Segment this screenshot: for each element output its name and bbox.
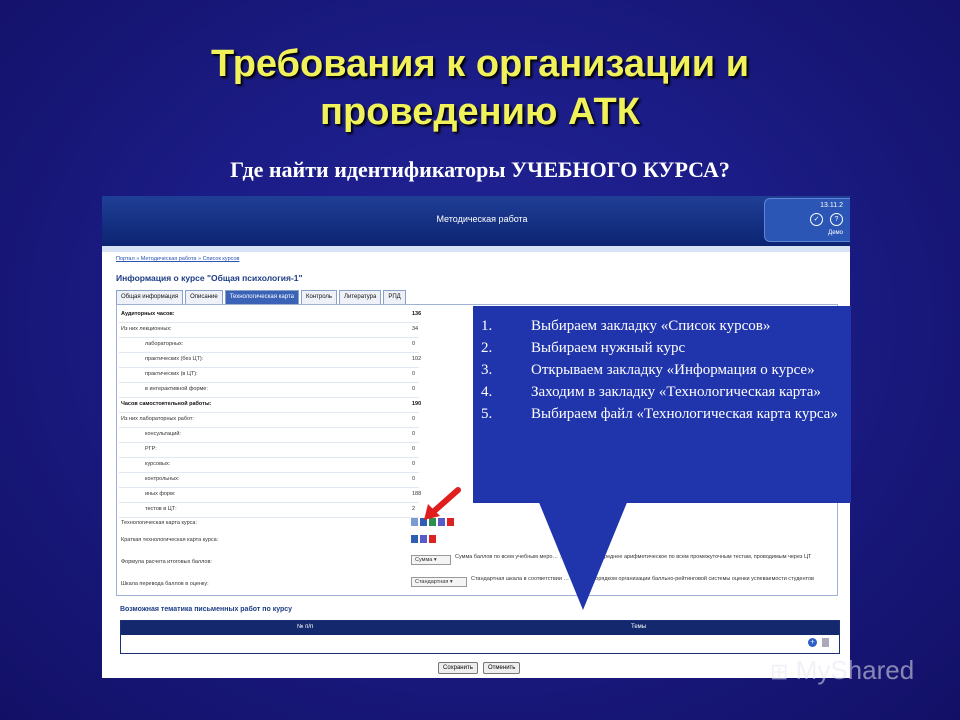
- instructions-callout: 1. Выбираем закладку «Список курсов» 2. Вы…: [473, 306, 851, 503]
- tab-tech-map[interactable]: Технологическая карта: [224, 290, 299, 304]
- save-button[interactable]: Сохранить: [438, 662, 478, 674]
- add-theme-icon[interactable]: +: [808, 638, 817, 647]
- step-item: 1. Выбираем закладку «Список курсов»: [481, 318, 771, 334]
- info-row: в интерактивной форме: 0: [119, 382, 419, 398]
- short-map-label: Краткая технологическая карта курса:: [121, 537, 219, 543]
- scale-description: Стандартная шкала в соответствии … …нным…: [471, 576, 814, 582]
- app-header: Методическая работа 13.11.2 ✓ ? Демо: [102, 196, 850, 246]
- themes-table-header: № п/п Темы: [121, 621, 839, 635]
- steps-list: 1. Выбираем закладку «Список курсов» 2. Вы…: [473, 306, 851, 424]
- info-row: Часов самостоятельной работы: 190: [119, 397, 421, 413]
- slide-subtitle: Где найти идентификаторы УЧЕБНОГО КУРСА?: [230, 157, 730, 182]
- breadcrumb[interactable]: Портал » Методическая работа » Список ку…: [116, 256, 239, 262]
- delete-theme-icon[interactable]: [822, 638, 829, 647]
- step-item: 3. Открываем закладку «Информация о курсе…: [481, 362, 815, 378]
- themes-title: Возможная тематика письменных работ по к…: [120, 606, 293, 613]
- pdf-file-icon[interactable]: [447, 518, 454, 526]
- info-row: Из них лабораторных работ: 0: [119, 412, 419, 428]
- short-map-files: [411, 535, 438, 543]
- info-row: тестов в ЦТ: 2: [119, 502, 419, 518]
- step-item: 2. Выбираем нужный курс: [481, 340, 686, 356]
- tech-map-label: Технологическая карта курса:: [121, 520, 198, 526]
- slide-title-line1: Требования к организации и: [210, 43, 750, 85]
- tab-literature[interactable]: Литература: [339, 290, 382, 304]
- step-item: 4. Заходим в закладку «Технологическая ка…: [481, 384, 821, 400]
- tab-control[interactable]: Контроль: [300, 290, 338, 304]
- info-row: практических (в ЦТ): 0: [119, 367, 419, 383]
- tech-map-files: [411, 518, 456, 526]
- cancel-button[interactable]: Отменить: [483, 662, 521, 674]
- pdf-file-icon[interactable]: [429, 535, 436, 543]
- user-name[interactable]: Демо: [828, 230, 843, 236]
- word-file-icon[interactable]: [411, 535, 418, 543]
- user-panel: 13.11.2 ✓ ? Демо: [764, 198, 850, 242]
- formula-description: Сумма баллов по всем учебным меро… …ный …: [455, 554, 812, 560]
- info-row: лабораторных: 0: [119, 337, 419, 353]
- info-row: курсовых: 0: [119, 457, 419, 473]
- info-row: иных форм: 188: [119, 487, 421, 503]
- header-band: [102, 246, 850, 252]
- confirm-icon[interactable]: ✓: [810, 213, 823, 226]
- slide-title: Требования к организации и проведению АТ…: [0, 40, 960, 136]
- info-row: РГР: 0: [119, 442, 419, 458]
- doc-file-icon[interactable]: [411, 518, 418, 526]
- formula-select[interactable]: Сумма ▾: [411, 555, 451, 565]
- col-theme: Темы: [631, 624, 647, 630]
- scale-select[interactable]: Стандартная ▾: [411, 577, 467, 587]
- app-header-title: Методическая работа: [436, 214, 528, 224]
- excel-file-icon[interactable]: [429, 518, 436, 526]
- info-row: Аудиторных часов: 136: [119, 307, 421, 323]
- themes-table: № п/п Темы +: [120, 620, 840, 654]
- info-row: контрольных: 0: [119, 472, 419, 488]
- help-icon[interactable]: ?: [830, 213, 843, 226]
- formula-label: Формула расчета итоговых баллов:: [121, 559, 212, 565]
- info-row: практических (без ЦТ): 102: [119, 352, 421, 368]
- date-label: 13.11.2: [820, 202, 843, 209]
- watermark-logo: ⊞ MyShared: [770, 655, 915, 685]
- tab-general[interactable]: Общая информация: [116, 290, 184, 304]
- info-row: Из них лекционных: 34: [119, 322, 419, 338]
- course-tabs: Общая информация Описание Технологическа…: [116, 290, 408, 304]
- tab-rpd[interactable]: РПД: [383, 290, 406, 304]
- scale-label: Шкала перевода баллов в оценку:: [121, 581, 209, 587]
- slide-title-line2: проведению АТК: [320, 91, 640, 133]
- course-title: Информация о курсе "Общая психология-1": [116, 273, 303, 283]
- info-row: консультаций: 0: [119, 427, 419, 443]
- col-num: № п/п: [297, 624, 314, 630]
- odt-file-icon[interactable]: [420, 535, 427, 543]
- tab-description[interactable]: Описание: [185, 290, 223, 304]
- step-item: 5. Выбираем файл «Технологическая карта к…: [481, 406, 838, 422]
- odt-file-icon[interactable]: [438, 518, 445, 526]
- word-file-icon[interactable]: [420, 518, 427, 526]
- presentation-icon: ⊞: [770, 659, 789, 684]
